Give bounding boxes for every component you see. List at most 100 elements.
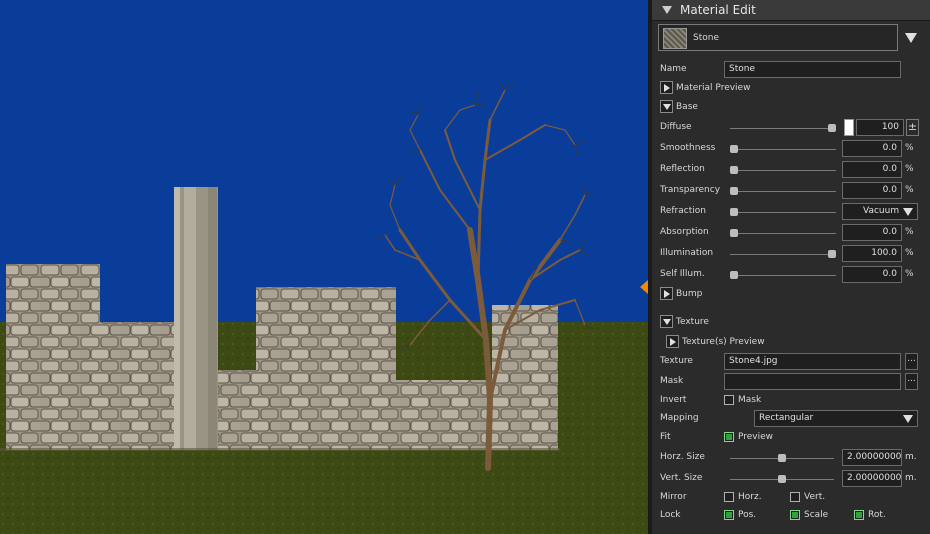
panel-header[interactable]: Material Edit [652, 0, 930, 21]
panel-title: Material Edit [680, 3, 756, 17]
section-base[interactable]: Base [652, 100, 930, 118]
vert-size-label: Vert. Size [660, 473, 703, 483]
diffuse-label: Diffuse [660, 122, 692, 132]
lock-pos-label: Pos. [738, 510, 757, 520]
illumination-label: Illumination [660, 248, 714, 258]
refraction-slider-track[interactable] [730, 212, 836, 213]
plus-minus-button[interactable]: ± [906, 119, 919, 136]
section-bump[interactable]: Bump [652, 287, 930, 305]
mirror-row: Mirror Horz. Vert. [652, 489, 930, 507]
material-selector[interactable]: Stone [658, 24, 898, 51]
self-illum-row: Self Illum. 0.0 % [652, 266, 930, 284]
horz-size-input[interactable]: 2.00000000 [842, 449, 902, 466]
absorption-label: Absorption [660, 227, 709, 237]
diffuse-slider-track[interactable] [730, 128, 836, 129]
texture-browse-button[interactable]: ... [905, 353, 918, 370]
material-thumbnail [663, 28, 687, 49]
chevron-down-icon [903, 208, 913, 216]
scene-render[interactable] [0, 0, 648, 534]
expand-arrow-icon[interactable] [660, 287, 673, 300]
name-row: Name Stone [652, 61, 930, 79]
mirror-horz-checkbox[interactable] [724, 492, 734, 502]
smoothness-label: Smoothness [660, 143, 716, 153]
transparency-slider-knob[interactable] [730, 187, 738, 195]
self-illum-input[interactable]: 0.0 [842, 266, 902, 283]
chevron-down-icon [903, 415, 913, 423]
collapse-arrow-icon[interactable] [662, 6, 672, 14]
absorption-slider-knob[interactable] [730, 229, 738, 237]
lock-rot-checkbox[interactable] [854, 510, 864, 520]
reflection-slider-knob[interactable] [730, 166, 738, 174]
mapping-label: Mapping [660, 413, 699, 423]
vert-size-unit: m. [905, 473, 917, 483]
mask-browse-button[interactable]: ... [905, 373, 918, 390]
collapse-arrow-icon[interactable] [660, 100, 673, 113]
fit-preview-checkbox[interactable] [724, 432, 734, 442]
absorption-input[interactable]: 0.0 [842, 224, 902, 241]
expand-arrow-icon[interactable] [660, 81, 673, 94]
self-illum-label: Self Illum. [660, 269, 705, 279]
section-material-preview[interactable]: Material Preview [652, 81, 930, 99]
section-bump-label: Bump [676, 289, 703, 299]
material-edit-panel: Material Edit Stone Name Stone Material … [650, 0, 930, 534]
expand-arrow-icon[interactable] [666, 335, 679, 348]
horz-size-slider-knob[interactable] [778, 454, 786, 462]
mask-file-input[interactable] [724, 373, 901, 390]
3d-viewport[interactable] [0, 0, 648, 534]
splitter-handle[interactable] [640, 280, 648, 294]
mapping-select[interactable]: Rectangular [754, 410, 918, 427]
illumination-input[interactable]: 100.0 [842, 245, 902, 262]
refraction-select-value: Vacuum [863, 206, 900, 216]
diffuse-slider-knob[interactable] [828, 124, 836, 132]
name-input[interactable]: Stone [724, 61, 901, 78]
refraction-slider-knob[interactable] [730, 208, 738, 216]
reflection-input[interactable]: 0.0 [842, 161, 902, 178]
illumination-slider-knob[interactable] [828, 250, 836, 258]
self-illum-slider-knob[interactable] [730, 271, 738, 279]
invert-mask-checkbox[interactable] [724, 395, 734, 405]
texture-row: Texture Stone4.jpg ... [652, 353, 930, 371]
lock-rot-label: Rot. [868, 510, 886, 520]
transparency-slider-track[interactable] [730, 191, 836, 192]
texture-file-input[interactable]: Stone4.jpg [724, 353, 901, 370]
lock-pos-checkbox[interactable] [724, 510, 734, 520]
diffuse-color-swatch[interactable] [844, 119, 854, 136]
horz-size-row: Horz. Size 2.00000000 m. [652, 449, 930, 467]
mirror-vert-checkbox[interactable] [790, 492, 800, 502]
refraction-row: Refraction Vacuum [652, 203, 930, 221]
illumination-row: Illumination 100.0 % [652, 245, 930, 263]
section-texture-preview-label: Texture(s) Preview [682, 337, 765, 347]
dropdown-arrow-icon [905, 33, 917, 43]
reflection-slider-track[interactable] [730, 170, 836, 171]
vert-size-slider-knob[interactable] [778, 475, 786, 483]
smoothness-unit: % [905, 143, 914, 153]
reflection-row: Reflection 0.0 % [652, 161, 930, 179]
refraction-select[interactable]: Vacuum [842, 203, 918, 220]
collapse-arrow-icon[interactable] [660, 315, 673, 328]
smoothness-slider-knob[interactable] [730, 145, 738, 153]
section-base-label: Base [676, 102, 698, 112]
lock-scale-checkbox[interactable] [790, 510, 800, 520]
transparency-row: Transparency 0.0 % [652, 182, 930, 200]
smoothness-slider-track[interactable] [730, 149, 836, 150]
absorption-slider-track[interactable] [730, 233, 836, 234]
mapping-row: Mapping Rectangular [652, 410, 930, 428]
reflection-label: Reflection [660, 164, 705, 174]
smoothness-input[interactable]: 0.0 [842, 140, 902, 157]
section-texture-preview[interactable]: Texture(s) Preview [652, 335, 930, 353]
self-illum-slider-track[interactable] [730, 275, 836, 276]
section-texture[interactable]: Texture [652, 315, 930, 333]
reflection-unit: % [905, 164, 914, 174]
mapping-select-value: Rectangular [759, 413, 814, 423]
illumination-slider-track[interactable] [730, 254, 836, 255]
material-selector-dropdown-button[interactable] [902, 28, 920, 48]
transparency-unit: % [905, 185, 914, 195]
mirror-label: Mirror [660, 492, 687, 502]
fit-preview-label: Preview [738, 432, 774, 442]
transparency-input[interactable]: 0.0 [842, 182, 902, 199]
vert-size-input[interactable]: 2.00000000 [842, 470, 902, 487]
transparency-label: Transparency [660, 185, 721, 195]
mirror-vert-label: Vert. [804, 492, 826, 502]
absorption-unit: % [905, 227, 914, 237]
diffuse-input[interactable]: 100 [856, 119, 904, 136]
